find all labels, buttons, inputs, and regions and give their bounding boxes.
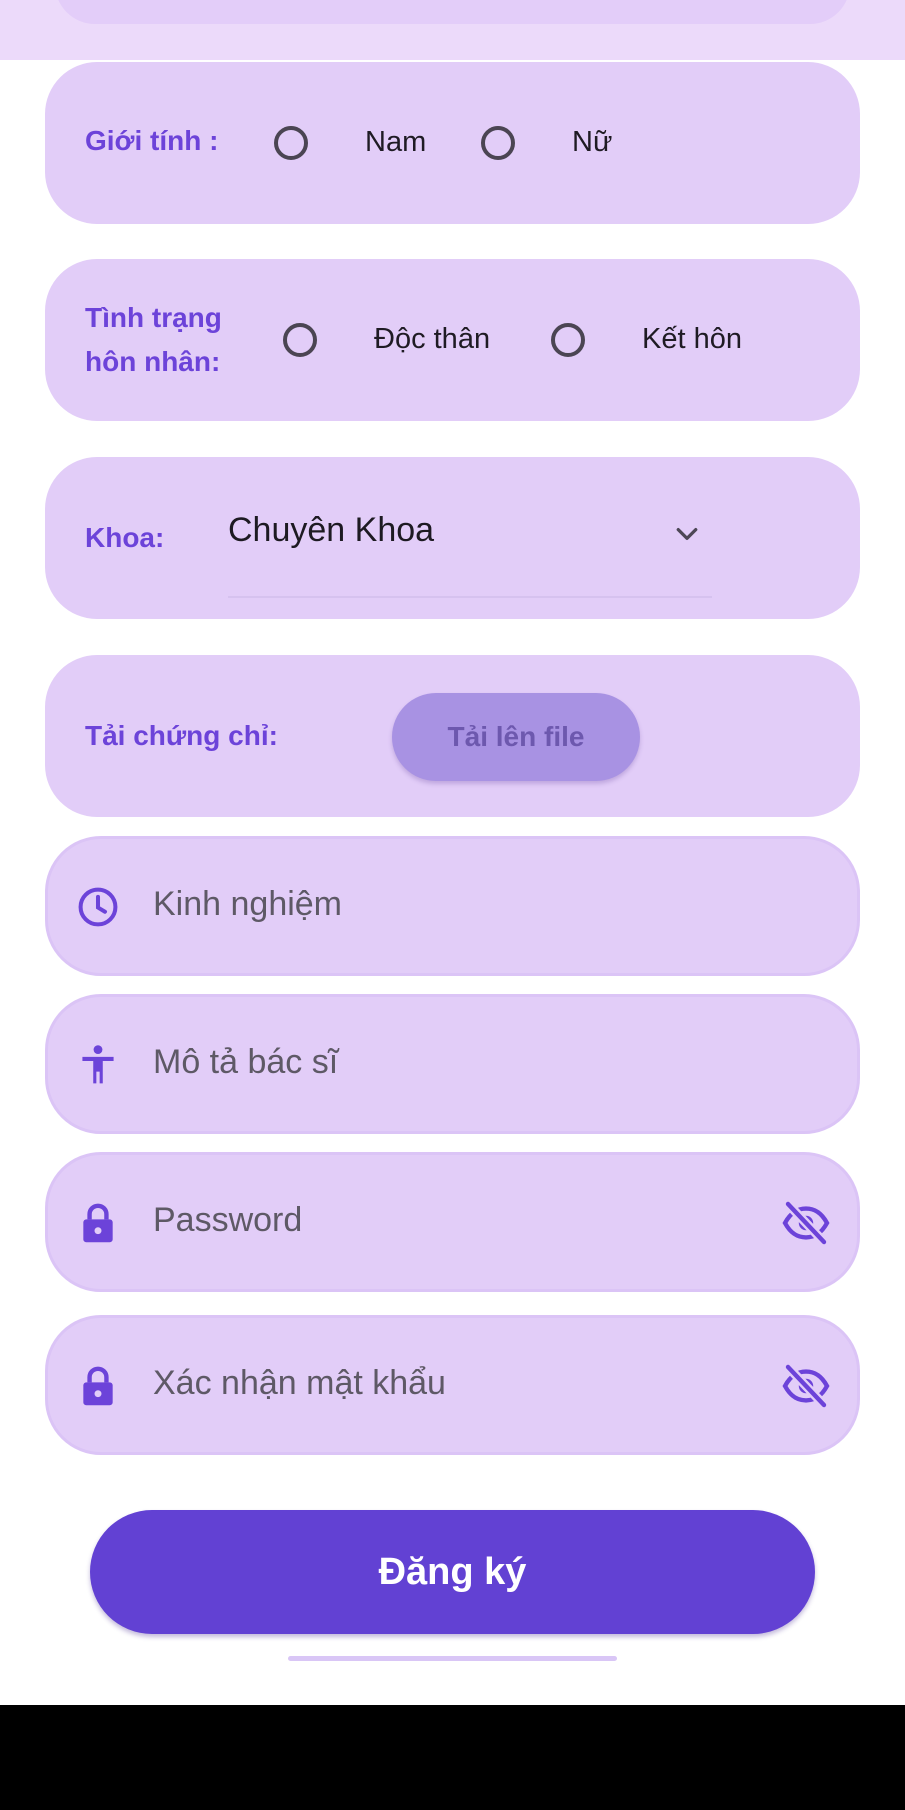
password-field[interactable]: Password [45, 1152, 860, 1292]
system-navigation-bar [0, 1705, 905, 1810]
department-selected-value: Chuyên Khoa [228, 511, 435, 549]
upload-file-button[interactable]: Tải lên file [392, 693, 640, 781]
accessibility-icon [82, 1045, 114, 1084]
clock-icon [78, 887, 118, 927]
certificate-label: Tải chứng chỉ: [85, 720, 278, 751]
experience-input[interactable]: Kinh nghiệm [153, 885, 342, 924]
gender-card: Giới tính : Nam Nữ [45, 62, 860, 224]
eye-off-icon[interactable] [781, 1364, 831, 1408]
gender-male-radio[interactable] [274, 126, 308, 160]
marital-married-label[interactable]: Kết hôn [642, 323, 742, 356]
experience-field[interactable]: Kinh nghiệm [45, 836, 860, 976]
marital-card: Tình trạng hôn nhân: Độc thân Kết hôn [45, 259, 860, 421]
marital-single-radio[interactable] [283, 323, 317, 357]
gender-female-radio[interactable] [481, 126, 515, 160]
lock-icon [83, 1203, 113, 1243]
chevron-down-icon [676, 528, 698, 540]
description-input[interactable]: Mô tả bác sĩ [153, 1043, 338, 1082]
previous-card [55, 0, 850, 24]
lock-icon [83, 1366, 113, 1406]
marital-married-radio[interactable] [551, 323, 585, 357]
gender-female-label[interactable]: Nữ [572, 126, 612, 159]
department-dropdown[interactable]: Chuyên Khoa [228, 481, 712, 598]
gender-label: Giới tính : [85, 125, 219, 156]
department-card: Khoa: Chuyên Khoa [45, 457, 860, 619]
marital-single-label[interactable]: Độc thân [374, 323, 490, 356]
confirm-password-field[interactable]: Xác nhận mật khẩu [45, 1315, 860, 1455]
marital-label: Tình trạng hôn nhân: [85, 296, 222, 384]
confirm-password-input[interactable]: Xác nhận mật khẩu [153, 1364, 446, 1403]
scroll-indicator [288, 1656, 617, 1661]
password-input[interactable]: Password [153, 1201, 302, 1240]
gender-male-label[interactable]: Nam [365, 126, 426, 159]
marital-label-line2: hôn nhân: [85, 346, 221, 377]
eye-off-icon[interactable] [781, 1201, 831, 1245]
register-button[interactable]: Đăng ký [90, 1510, 815, 1634]
certificate-card: Tải chứng chỉ: Tải lên file [45, 655, 860, 817]
description-field[interactable]: Mô tả bác sĩ [45, 994, 860, 1134]
marital-label-line1: Tình trạng [85, 302, 222, 333]
department-label: Khoa: [85, 522, 165, 553]
previous-section [0, 0, 905, 60]
